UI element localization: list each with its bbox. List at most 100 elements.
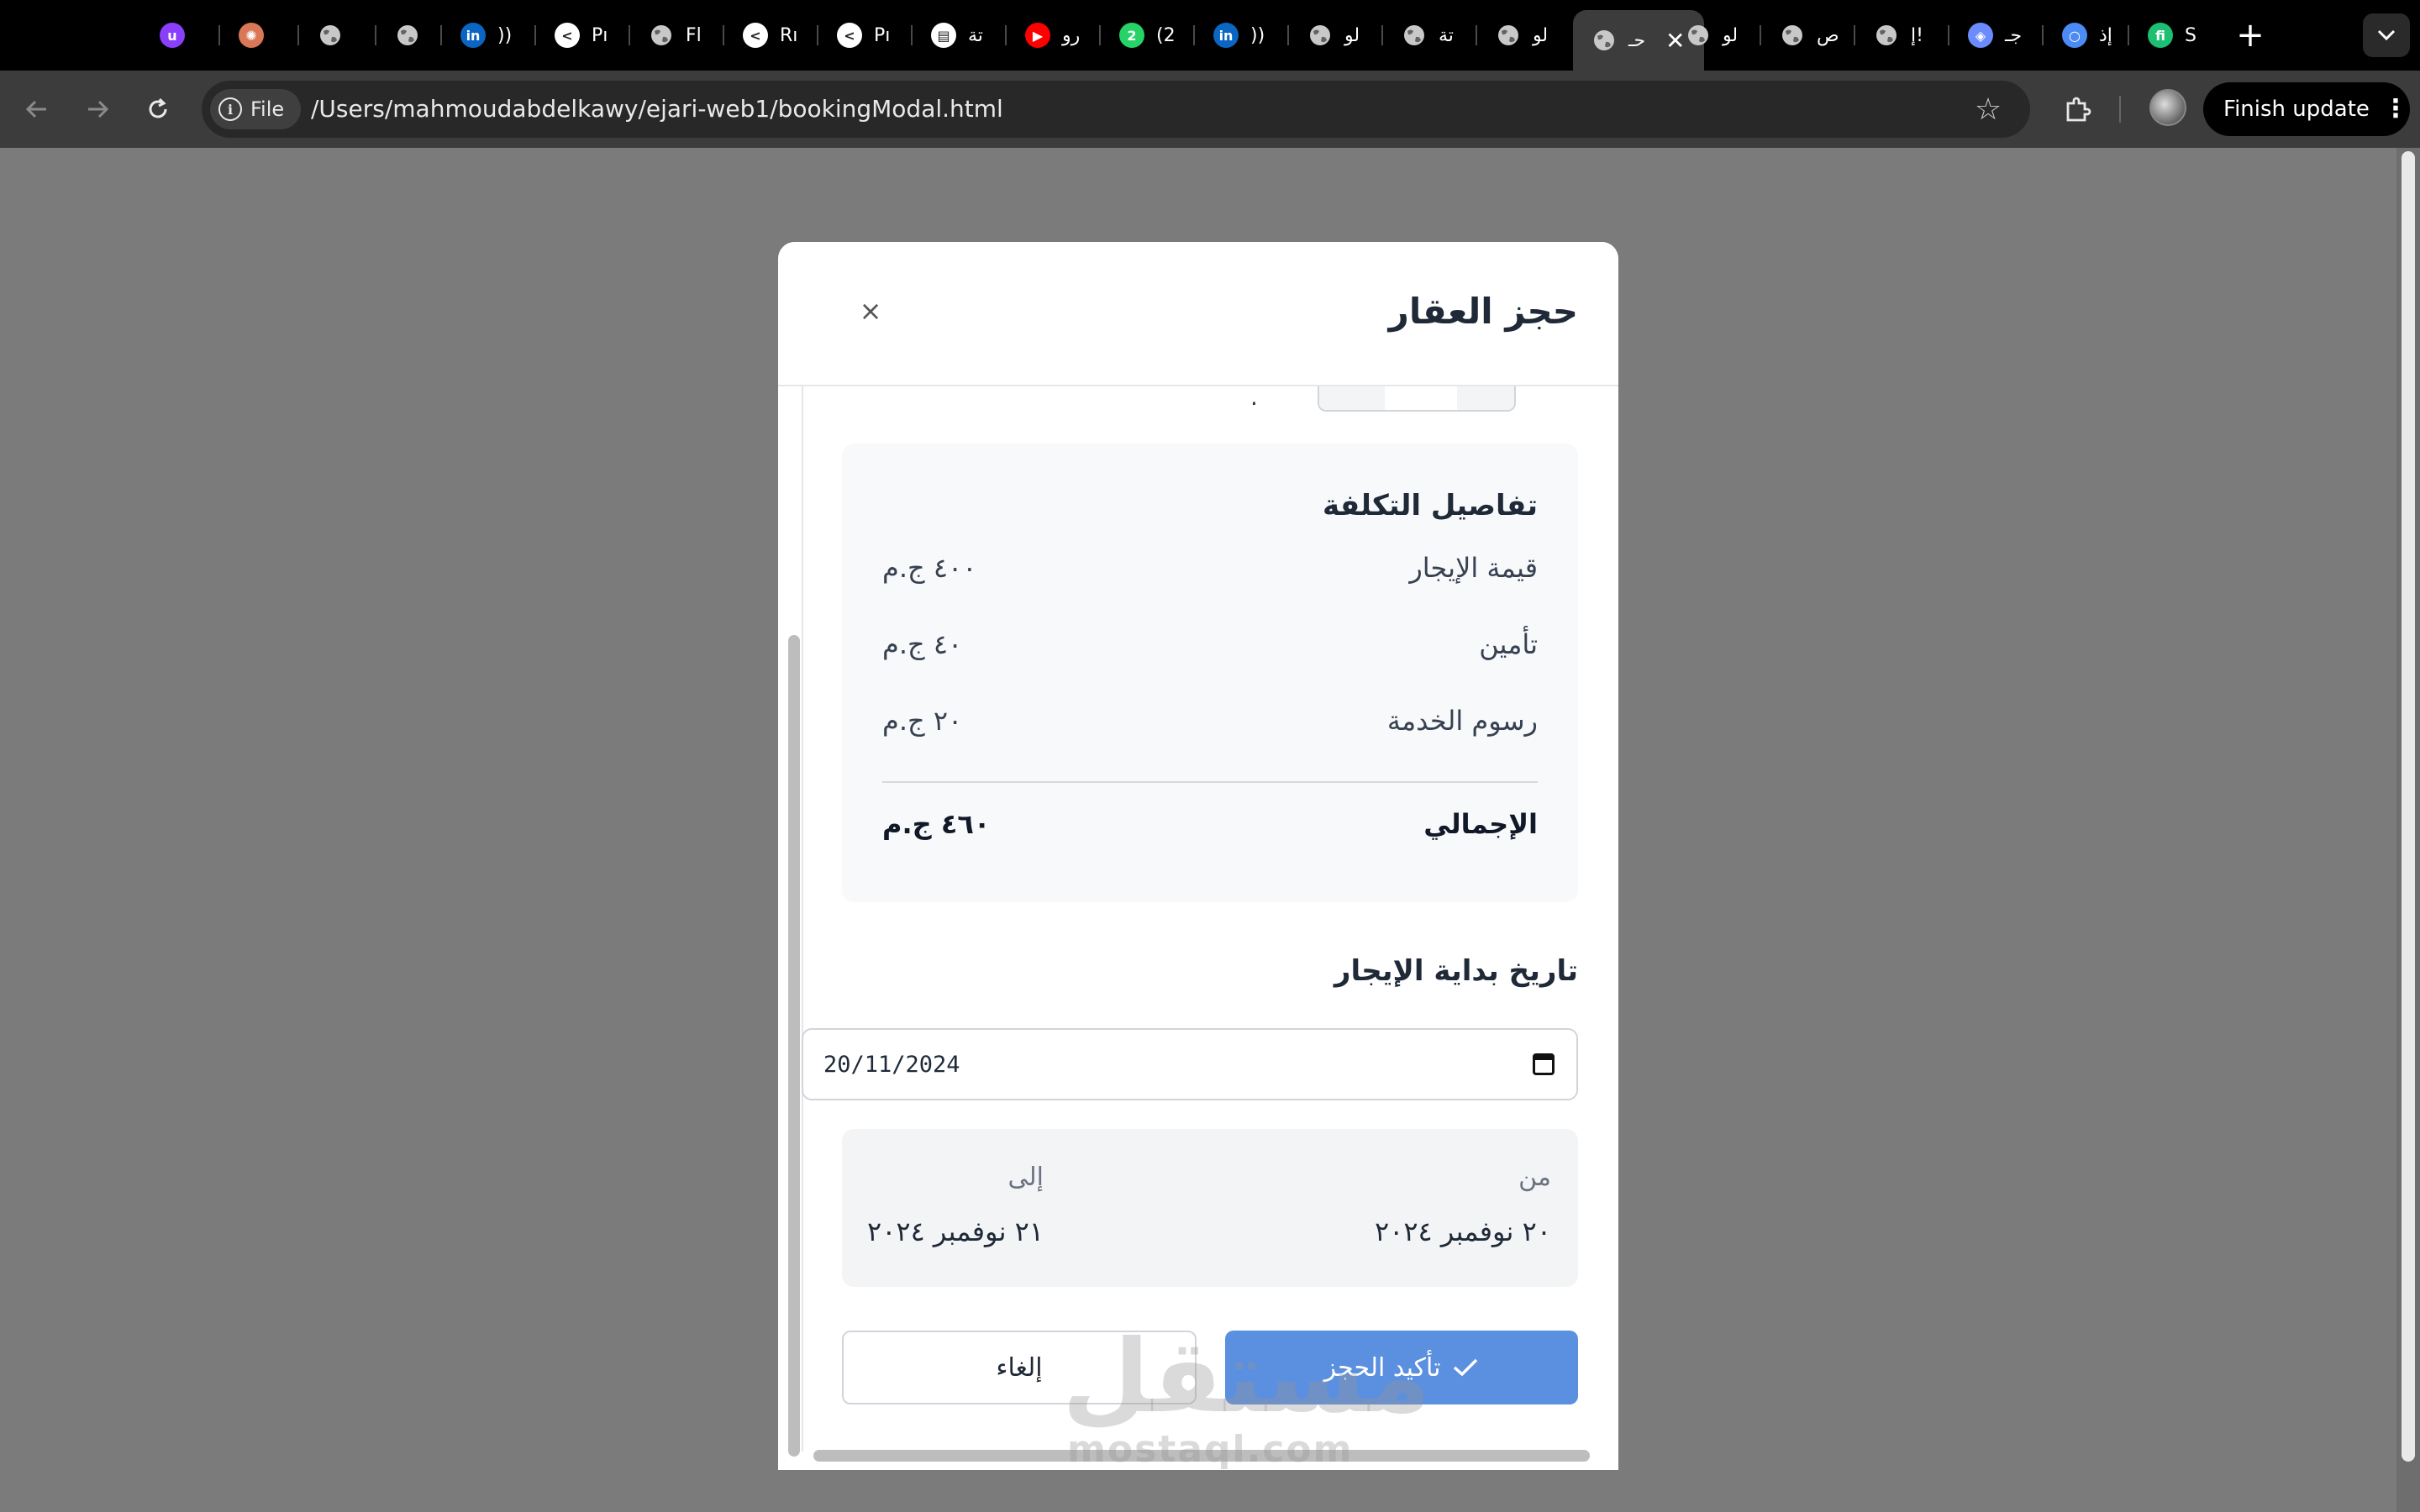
cursor-icon: < (837, 23, 862, 48)
globe-icon (318, 23, 343, 48)
globe-icon (1591, 28, 1617, 53)
stepper-segment[interactable] (1457, 386, 1514, 410)
cancel-label: إلغاء (996, 1352, 1043, 1383)
period-from: من ٢٠ نوفمبر ٢٠٢٤ (1375, 1163, 1551, 1247)
tab-divider (2128, 25, 2129, 45)
circle-icon: ○ (2062, 23, 2087, 48)
browser-tab[interactable]: < Rı (729, 15, 797, 55)
tab-search-button[interactable] (2363, 13, 2410, 57)
tab-divider (1193, 25, 1195, 45)
browser-tab-title: )) (497, 24, 513, 46)
back-button[interactable] (17, 89, 57, 129)
url-text[interactable]: /Users/mahmoudabdelkawy/ejari-web1/booki… (311, 81, 1003, 138)
tab-strip: u ✺ in)) < Pı Fl < Rı < Pı ▤ تة ▶ رو 2 (2 in)) لو تة لو حـ ✕ ل… (0, 0, 2420, 71)
booking-modal: . حجز العقار × تفاصيل التكلفة قيمة الإيج… (778, 242, 1618, 1470)
finish-update-button[interactable]: Finish update ⋮ (2203, 82, 2410, 136)
clipped-stepper[interactable] (1318, 386, 1516, 412)
unstop-icon: u (160, 23, 185, 48)
browser-tab[interactable]: ▶ رو (1012, 15, 1080, 55)
tab-divider (534, 25, 536, 45)
browser-tab[interactable]: تة (1388, 15, 1454, 55)
browser-tab-title: Fl (686, 24, 702, 46)
tab-divider (440, 25, 442, 45)
tab-divider (1099, 25, 1101, 45)
watermark-url: mostaql.com (1067, 1428, 1354, 1471)
extensions-puzzle-icon[interactable] (2057, 89, 2097, 129)
modal-vertical-scrollbar-thumb[interactable] (788, 635, 800, 1457)
browser-tab[interactable]: ◈ جـ (1954, 15, 2022, 55)
browser-tab-title: لو (1344, 24, 1360, 46)
chevron-down-icon (2377, 29, 2396, 41)
tab-divider (1476, 25, 1477, 45)
globe-icon (1402, 23, 1427, 48)
modal-vertical-scrollbar[interactable] (785, 262, 803, 1457)
bookmark-star-icon[interactable]: ☆ (1970, 91, 2007, 128)
document-icon: ▤ (931, 23, 956, 48)
browser-tab[interactable]: in)) (1200, 15, 1265, 55)
start-date-value[interactable]: 20/11/2024 (823, 1030, 960, 1100)
cost-row: قيمة الإيجار ٤٠٠ ج.م (882, 547, 1538, 589)
tab-divider (218, 25, 220, 45)
arrow-left-icon (25, 100, 46, 118)
tab-divider (1948, 25, 1949, 45)
browser-tab[interactable]: fi S (2134, 15, 2196, 55)
browser-tab[interactable]: ✺ (225, 15, 276, 55)
globe-icon (395, 23, 420, 48)
cost-details-card: تفاصيل التكلفة قيمة الإيجار ٤٠٠ ج.م تأمي… (842, 444, 1578, 902)
toolbar-divider (2119, 96, 2121, 123)
browser-tab[interactable]: < Pı (541, 15, 608, 55)
close-button[interactable]: × (854, 294, 887, 328)
browser-tab[interactable]: لو (1294, 15, 1360, 55)
cost-row-value: ٤٠٠ ج.م (882, 552, 977, 584)
more-vertical-icon: ⋮ (2382, 94, 2408, 123)
period-to-value: ٢١ نوفمبر ٢٠٢٤ (867, 1215, 1044, 1247)
browser-tab[interactable]: لو (1672, 15, 1738, 55)
browser-tab-title: لو (1723, 24, 1739, 46)
site-info-chip[interactable]: i File (210, 89, 302, 129)
modal-title: حجز العقار (1388, 291, 1578, 332)
calendar-icon[interactable] (1533, 1053, 1555, 1075)
browser-tab[interactable]: < Pı (823, 15, 890, 55)
cost-total-row: الإجمالي ٤٦٠ ج.م (882, 803, 1538, 845)
cost-row-label: قيمة الإيجار (1409, 552, 1538, 584)
browser-tab[interactable]: ص (1766, 15, 1839, 55)
browser-tab-title: ص (1817, 24, 1839, 46)
tab-divider (2042, 25, 2044, 45)
globe-icon (1686, 23, 1711, 48)
cost-details-title: تفاصيل التكلفة (1323, 489, 1538, 522)
finish-update-label: Finish update (2223, 97, 2370, 122)
browser-tab-title: (2 (1156, 24, 1176, 46)
page-scrollbar[interactable] (2396, 148, 2420, 1512)
whatsapp-icon: 2 (1119, 23, 1144, 48)
browser-tab[interactable] (304, 15, 355, 55)
globe-icon (1780, 23, 1805, 48)
tab-divider (723, 25, 724, 45)
cost-total-label: الإجمالي (1423, 808, 1538, 840)
page-scrollbar-thumb[interactable] (2402, 151, 2415, 1462)
start-date-input[interactable]: 20/11/2024 (802, 1028, 1578, 1100)
reload-button[interactable] (138, 89, 178, 129)
browser-tab[interactable]: ○ إذ (2049, 15, 2112, 55)
stepper-segment[interactable] (1319, 386, 1385, 410)
new-tab-button[interactable]: + (2230, 15, 2270, 55)
browser-tab-title: رو (1062, 24, 1081, 46)
browser-tab[interactable]: إ! (1860, 15, 1923, 55)
profile-avatar[interactable] (2149, 89, 2186, 126)
globe-icon (1307, 23, 1333, 48)
browser-tab[interactable]: Fl (635, 15, 702, 55)
period-from-value: ٢٠ نوفمبر ٢٠٢٤ (1374, 1215, 1551, 1247)
browser-tab-title: تة (1439, 24, 1454, 46)
browser-tab-title: Rı (780, 24, 798, 46)
browser-tab-title: إ! (1911, 24, 1923, 46)
browser-tab[interactable]: ▤ تة (918, 15, 983, 55)
browser-tab[interactable]: u (146, 15, 197, 55)
forward-button[interactable] (77, 89, 118, 129)
address-bar[interactable]: i File /Users/mahmoudabdelkawy/ejari-web… (202, 81, 2030, 138)
linkedin-icon: in (460, 23, 486, 48)
browser-tab[interactable]: in)) (447, 15, 512, 55)
browser-tab[interactable]: لو (1482, 15, 1548, 55)
browser-tab[interactable] (381, 15, 432, 55)
tab-divider (1005, 25, 1007, 45)
reload-icon (149, 97, 167, 118)
browser-tab[interactable]: 2 (2 (1106, 15, 1176, 55)
